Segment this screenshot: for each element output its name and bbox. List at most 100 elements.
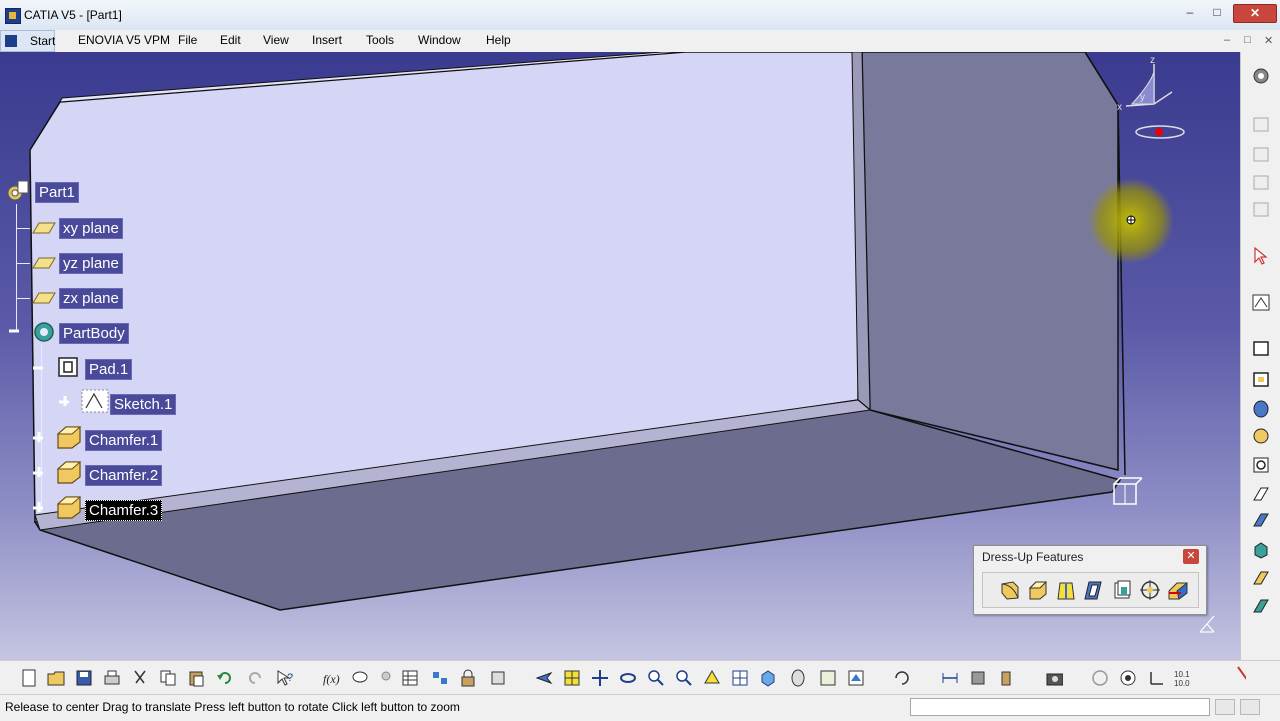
thread-icon[interactable]: [1139, 579, 1161, 601]
zoom-out-icon[interactable]: [675, 669, 693, 687]
menu-file[interactable]: File: [178, 33, 197, 47]
maximize-button[interactable]: □: [1205, 4, 1229, 21]
fit-all-icon[interactable]: [563, 669, 581, 687]
sheet-icon[interactable]: [1251, 114, 1271, 134]
3d-viewport[interactable]: z x y Part1 xy plane yz plane zx plane P…: [0, 52, 1240, 660]
undo-icon[interactable]: [216, 669, 234, 687]
parameters-lock-icon[interactable]: [459, 669, 477, 687]
menu-insert[interactable]: Insert: [312, 33, 342, 47]
whats-this-icon[interactable]: ?: [276, 669, 294, 687]
collapse-icon[interactable]: [8, 324, 19, 335]
swap-space-icon[interactable]: [847, 669, 865, 687]
multi-section-icon[interactable]: [1251, 568, 1271, 588]
mdi-restore-button[interactable]: □: [1244, 34, 1251, 46]
tree-node-xy-plane[interactable]: xy plane: [59, 218, 123, 239]
redo-icon[interactable]: [246, 669, 264, 687]
sheet-icon[interactable]: [1251, 199, 1271, 219]
dress-up-features-toolbar[interactable]: Dress-Up Features ✕: [973, 545, 1207, 615]
rib-icon[interactable]: [1251, 484, 1271, 504]
save-icon[interactable]: [75, 669, 93, 687]
tree-node-pad[interactable]: Pad.1: [85, 359, 133, 380]
copy-icon[interactable]: [159, 669, 177, 687]
tree-node-partbody[interactable]: PartBody: [59, 323, 129, 344]
catalog-icon[interactable]: [431, 669, 449, 687]
cut-icon[interactable]: [131, 669, 149, 687]
rotate-icon[interactable]: [619, 669, 637, 687]
formula-icon[interactable]: f(x): [323, 669, 341, 687]
normal-view-icon[interactable]: [703, 669, 721, 687]
paste-icon[interactable]: [187, 669, 205, 687]
collapse-icon[interactable]: [32, 361, 43, 372]
tree-node-sketch[interactable]: Sketch.1: [110, 394, 177, 415]
new-file-icon[interactable]: [20, 669, 38, 687]
shell-icon[interactable]: [1083, 579, 1105, 601]
pad-tool-icon[interactable]: [1251, 338, 1271, 358]
tree-node-chamfer-2[interactable]: Chamfer.2: [85, 465, 163, 486]
chamfer-tool-icon[interactable]: [1027, 579, 1049, 601]
minimize-button[interactable]: –: [1178, 4, 1202, 21]
draft-angle-icon[interactable]: [1055, 579, 1077, 601]
toolbar-close-button[interactable]: ✕: [1183, 549, 1199, 564]
groove-icon[interactable]: [1251, 426, 1271, 446]
tree-node-part1[interactable]: Part1: [35, 182, 79, 203]
sheet-icon[interactable]: [1251, 172, 1271, 192]
analysis-icon[interactable]: [1119, 669, 1137, 687]
menu-enovia[interactable]: ENOVIA V5 VPM: [78, 33, 170, 47]
print-icon[interactable]: [103, 669, 121, 687]
tools-options-icon[interactable]: [489, 669, 507, 687]
measure-inertia-icon[interactable]: [997, 669, 1015, 687]
measure-item-icon[interactable]: [969, 669, 987, 687]
status-button-right[interactable]: [1240, 699, 1260, 715]
shading-icon[interactable]: [789, 669, 807, 687]
pan-icon[interactable]: [591, 669, 609, 687]
pocket-icon[interactable]: [1251, 369, 1271, 389]
mdi-close-button[interactable]: ✕: [1264, 34, 1273, 47]
menu-start[interactable]: Start: [0, 30, 55, 52]
remove-face-icon[interactable]: [1167, 579, 1189, 601]
catia-app-icon[interactable]: [5, 8, 21, 24]
table-icon[interactable]: [401, 669, 419, 687]
knowledge-advisor-icon[interactable]: [351, 669, 369, 687]
tree-node-yz-plane[interactable]: yz plane: [59, 253, 123, 274]
mdi-minimize-button[interactable]: –: [1224, 34, 1230, 46]
expand-icon[interactable]: [32, 501, 43, 512]
fly-mode-icon[interactable]: [535, 669, 553, 687]
edge-fillet-icon[interactable]: [999, 579, 1021, 601]
status-button-left[interactable]: [1215, 699, 1235, 715]
removed-section-icon[interactable]: [1251, 596, 1271, 616]
zoom-in-icon[interactable]: [647, 669, 665, 687]
part-gear-icon[interactable]: [4, 180, 30, 206]
shaft-icon[interactable]: [1251, 399, 1271, 419]
menu-window[interactable]: Window: [418, 33, 461, 47]
tree-node-chamfer-3[interactable]: Chamfer.3: [85, 500, 163, 521]
menu-edit[interactable]: Edit: [220, 33, 241, 47]
sketcher-gear-icon[interactable]: [1251, 66, 1271, 86]
open-folder-icon[interactable]: [47, 669, 65, 687]
thickness-icon[interactable]: [1111, 579, 1133, 601]
command-input[interactable]: [910, 698, 1210, 716]
iso-view-icon[interactable]: [759, 669, 777, 687]
compass-reset-icon[interactable]: [1091, 669, 1109, 687]
multi-view-icon[interactable]: [731, 669, 749, 687]
menu-tools[interactable]: Tools: [366, 33, 394, 47]
stiffener-icon[interactable]: [1251, 539, 1271, 559]
expand-icon[interactable]: [32, 431, 43, 442]
expand-icon[interactable]: [32, 466, 43, 477]
sheet-icon[interactable]: [1251, 144, 1271, 164]
measure-between-icon[interactable]: [941, 669, 959, 687]
grid-snap-icon[interactable]: 10.110.0: [1173, 669, 1191, 687]
light-bulb-icon[interactable]: [377, 669, 395, 687]
update-icon[interactable]: [893, 669, 911, 687]
menu-view[interactable]: View: [263, 33, 289, 47]
tree-node-zx-plane[interactable]: zx plane: [59, 288, 123, 309]
tree-node-chamfer-1[interactable]: Chamfer.1: [85, 430, 163, 451]
expand-icon[interactable]: [58, 395, 69, 406]
hole-icon[interactable]: [1251, 455, 1271, 475]
sketch-tool-icon[interactable]: [1251, 292, 1271, 312]
capture-camera-icon[interactable]: [1045, 669, 1063, 687]
select-arrow-icon[interactable]: [1251, 246, 1271, 266]
compass-icon[interactable]: z x y: [1112, 54, 1190, 144]
slot-icon[interactable]: [1251, 510, 1271, 530]
menu-help[interactable]: Help: [486, 33, 511, 47]
axis-system-icon[interactable]: [1147, 669, 1165, 687]
